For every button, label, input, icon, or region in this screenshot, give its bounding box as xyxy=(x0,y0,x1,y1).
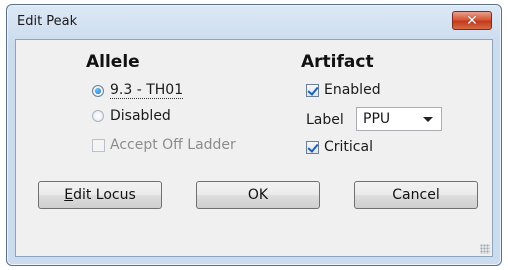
checkbox-checked-icon[interactable] xyxy=(306,83,319,97)
allele-option-primary[interactable]: 9.3 - TH01 xyxy=(92,82,184,99)
allele-option-primary-label: 9.3 - TH01 xyxy=(110,82,184,99)
checkbox-unchecked-icon[interactable] xyxy=(92,138,105,152)
artifact-label-caption: Label xyxy=(306,112,344,128)
edit-locus-label: dit Locus xyxy=(73,187,136,203)
artifact-heading: Artifact xyxy=(301,52,374,72)
artifact-enabled-checkbox[interactable]: Enabled xyxy=(306,82,381,98)
artifact-enabled-label: Enabled xyxy=(324,82,381,98)
chevron-down-icon[interactable] xyxy=(423,117,433,122)
label-caption-text: Label xyxy=(306,112,344,128)
title-bar[interactable]: Edit Peak ✕ xyxy=(7,5,501,39)
artifact-critical-checkbox[interactable]: Critical xyxy=(306,139,373,155)
radio-unselected-icon[interactable] xyxy=(92,110,104,122)
dialog-body: Allele 9.3 - TH01 Disabled Accept Off La… xyxy=(15,39,493,257)
edit-locus-mnemonic: E xyxy=(64,187,74,203)
cancel-label: Cancel xyxy=(392,187,440,203)
allele-heading: Allele xyxy=(86,52,140,72)
artifact-critical-label: Critical xyxy=(324,139,373,155)
cancel-button[interactable]: Cancel xyxy=(354,181,478,209)
close-button[interactable]: ✕ xyxy=(452,11,492,30)
radio-selected-icon[interactable] xyxy=(92,84,104,97)
resize-grip-icon[interactable] xyxy=(480,244,490,254)
accept-off-ladder-label: Accept Off Ladder xyxy=(110,137,236,153)
artifact-label-value: PPU xyxy=(363,111,391,127)
allele-option-disabled-label: Disabled xyxy=(110,108,171,124)
accept-off-ladder-checkbox[interactable]: Accept Off Ladder xyxy=(92,137,236,153)
artifact-label-dropdown[interactable]: PPU xyxy=(356,107,442,131)
edit-peak-dialog: Edit Peak ✕ Allele 9.3 - TH01 Disabled A… xyxy=(6,4,502,266)
window-title: Edit Peak xyxy=(17,14,78,29)
ok-button[interactable]: OK xyxy=(196,181,320,209)
allele-option-disabled[interactable]: Disabled xyxy=(92,108,171,124)
close-icon: ✕ xyxy=(466,12,478,29)
checkbox-checked-icon[interactable] xyxy=(306,140,319,154)
ok-label: OK xyxy=(247,187,269,203)
edit-locus-button[interactable]: Edit Locus xyxy=(38,181,162,209)
